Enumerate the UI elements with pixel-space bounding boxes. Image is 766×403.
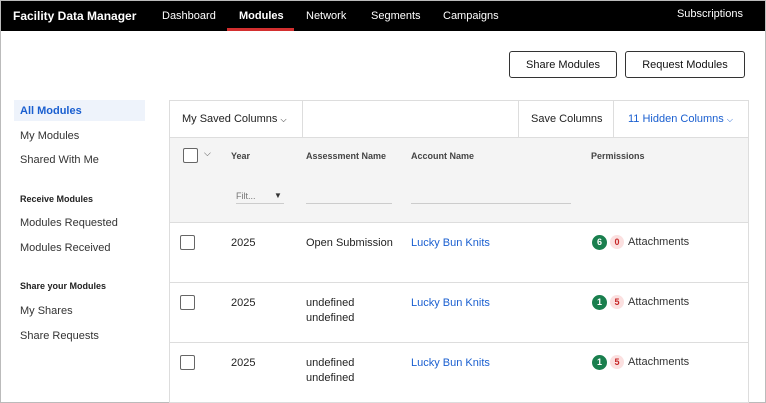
header-assessment-name[interactable]: Assessment Name xyxy=(306,151,386,161)
granted-count-badge: 1 xyxy=(592,295,607,310)
row-checkbox[interactable] xyxy=(180,355,195,370)
sidebar-item-my-modules[interactable]: My Modules xyxy=(20,130,79,142)
cell-account-link[interactable]: Lucky Bun Knits xyxy=(411,296,490,311)
share-modules-button[interactable]: Share Modules xyxy=(509,51,617,78)
sidebar-item-all-modules[interactable]: All Modules xyxy=(20,105,82,117)
attachments-label: Attachments xyxy=(628,356,690,368)
assessment-filter-input[interactable] xyxy=(306,188,392,204)
chevron-down-icon: ⌵ xyxy=(280,115,287,124)
denied-count-badge: 5 xyxy=(610,295,624,309)
saved-columns-dropdown[interactable]: My Saved Columns ⌵ xyxy=(182,113,287,125)
sidebar-item-modules-received[interactable]: Modules Received xyxy=(20,242,111,254)
table-toolbar: My Saved Columns ⌵ Save Columns 11 Hidde… xyxy=(170,101,748,138)
header-permissions[interactable]: Permissions xyxy=(591,151,645,161)
table-row[interactable]: 2025 Open Submission Lucky Bun Knits 6 0… xyxy=(170,223,748,283)
table-row[interactable]: 2025 undefined undefined Lucky Bun Knits… xyxy=(170,283,748,343)
cell-assessment-name: undefined undefined xyxy=(306,297,355,324)
toolbar-divider xyxy=(518,101,519,138)
cell-assessment-name: undefined undefined xyxy=(306,357,355,384)
nav-campaigns[interactable]: Campaigns xyxy=(443,10,499,22)
caret-down-icon[interactable]: ▼ xyxy=(274,191,282,200)
denied-count-badge: 5 xyxy=(610,355,624,369)
denied-count-badge: 0 xyxy=(610,235,624,249)
app-brand[interactable]: Facility Data Manager xyxy=(13,9,136,23)
nav-subscriptions[interactable]: Subscriptions xyxy=(677,8,743,20)
sidebar-item-my-shares[interactable]: My Shares xyxy=(20,305,73,317)
sidebar-item-share-requests[interactable]: Share Requests xyxy=(20,330,99,342)
cell-year: 2025 xyxy=(231,357,256,369)
attachments-label: Attachments xyxy=(628,296,690,308)
row-checkbox[interactable] xyxy=(180,295,195,310)
modules-table: My Saved Columns ⌵ Save Columns 11 Hidde… xyxy=(169,100,749,403)
cell-year: 2025 xyxy=(231,237,256,249)
table-row[interactable]: 2025 undefined undefined Lucky Bun Knits… xyxy=(170,343,748,403)
cell-account-link[interactable]: Lucky Bun Knits xyxy=(411,236,490,251)
nav-modules[interactable]: Modules xyxy=(239,10,284,22)
sidebar-item-shared-with-me[interactable]: Shared With Me xyxy=(20,154,99,166)
nav-network[interactable]: Network xyxy=(306,10,346,22)
row-checkbox[interactable] xyxy=(180,235,195,250)
cell-year: 2025 xyxy=(231,297,256,309)
chevron-down-icon[interactable]: ⌵ xyxy=(204,148,211,159)
table-header: ⌵ Year Assessment Name Account Name Perm… xyxy=(170,138,748,223)
active-nav-indicator xyxy=(227,28,294,31)
header-year[interactable]: Year xyxy=(231,151,250,161)
sidebar-heading-receive: Receive Modules xyxy=(20,194,94,204)
chevron-down-icon: ⌵ xyxy=(726,115,733,124)
account-filter-input[interactable] xyxy=(411,188,571,204)
toolbar-divider xyxy=(613,101,614,138)
granted-count-badge: 1 xyxy=(592,355,607,370)
hidden-columns-dropdown[interactable]: 11 Hidden Columns ⌵ xyxy=(628,113,733,125)
hidden-columns-label: 11 Hidden Columns xyxy=(628,113,724,125)
granted-count-badge: 6 xyxy=(592,235,607,250)
top-nav: Facility Data Manager Dashboard Modules … xyxy=(1,1,765,31)
nav-segments[interactable]: Segments xyxy=(371,10,421,22)
header-account-name[interactable]: Account Name xyxy=(411,151,474,161)
attachments-label: Attachments xyxy=(628,236,690,248)
saved-columns-label: My Saved Columns xyxy=(182,113,278,125)
cell-account-link[interactable]: Lucky Bun Knits xyxy=(411,356,490,371)
save-columns-button[interactable]: Save Columns xyxy=(531,113,603,125)
request-modules-button[interactable]: Request Modules xyxy=(625,51,745,78)
nav-dashboard[interactable]: Dashboard xyxy=(162,10,216,22)
toolbar-divider xyxy=(302,101,303,138)
cell-assessment-name: Open Submission xyxy=(306,237,393,249)
sidebar-item-modules-requested[interactable]: Modules Requested xyxy=(20,217,118,229)
select-all-checkbox[interactable] xyxy=(183,148,198,163)
sidebar-heading-share: Share your Modules xyxy=(20,281,107,291)
